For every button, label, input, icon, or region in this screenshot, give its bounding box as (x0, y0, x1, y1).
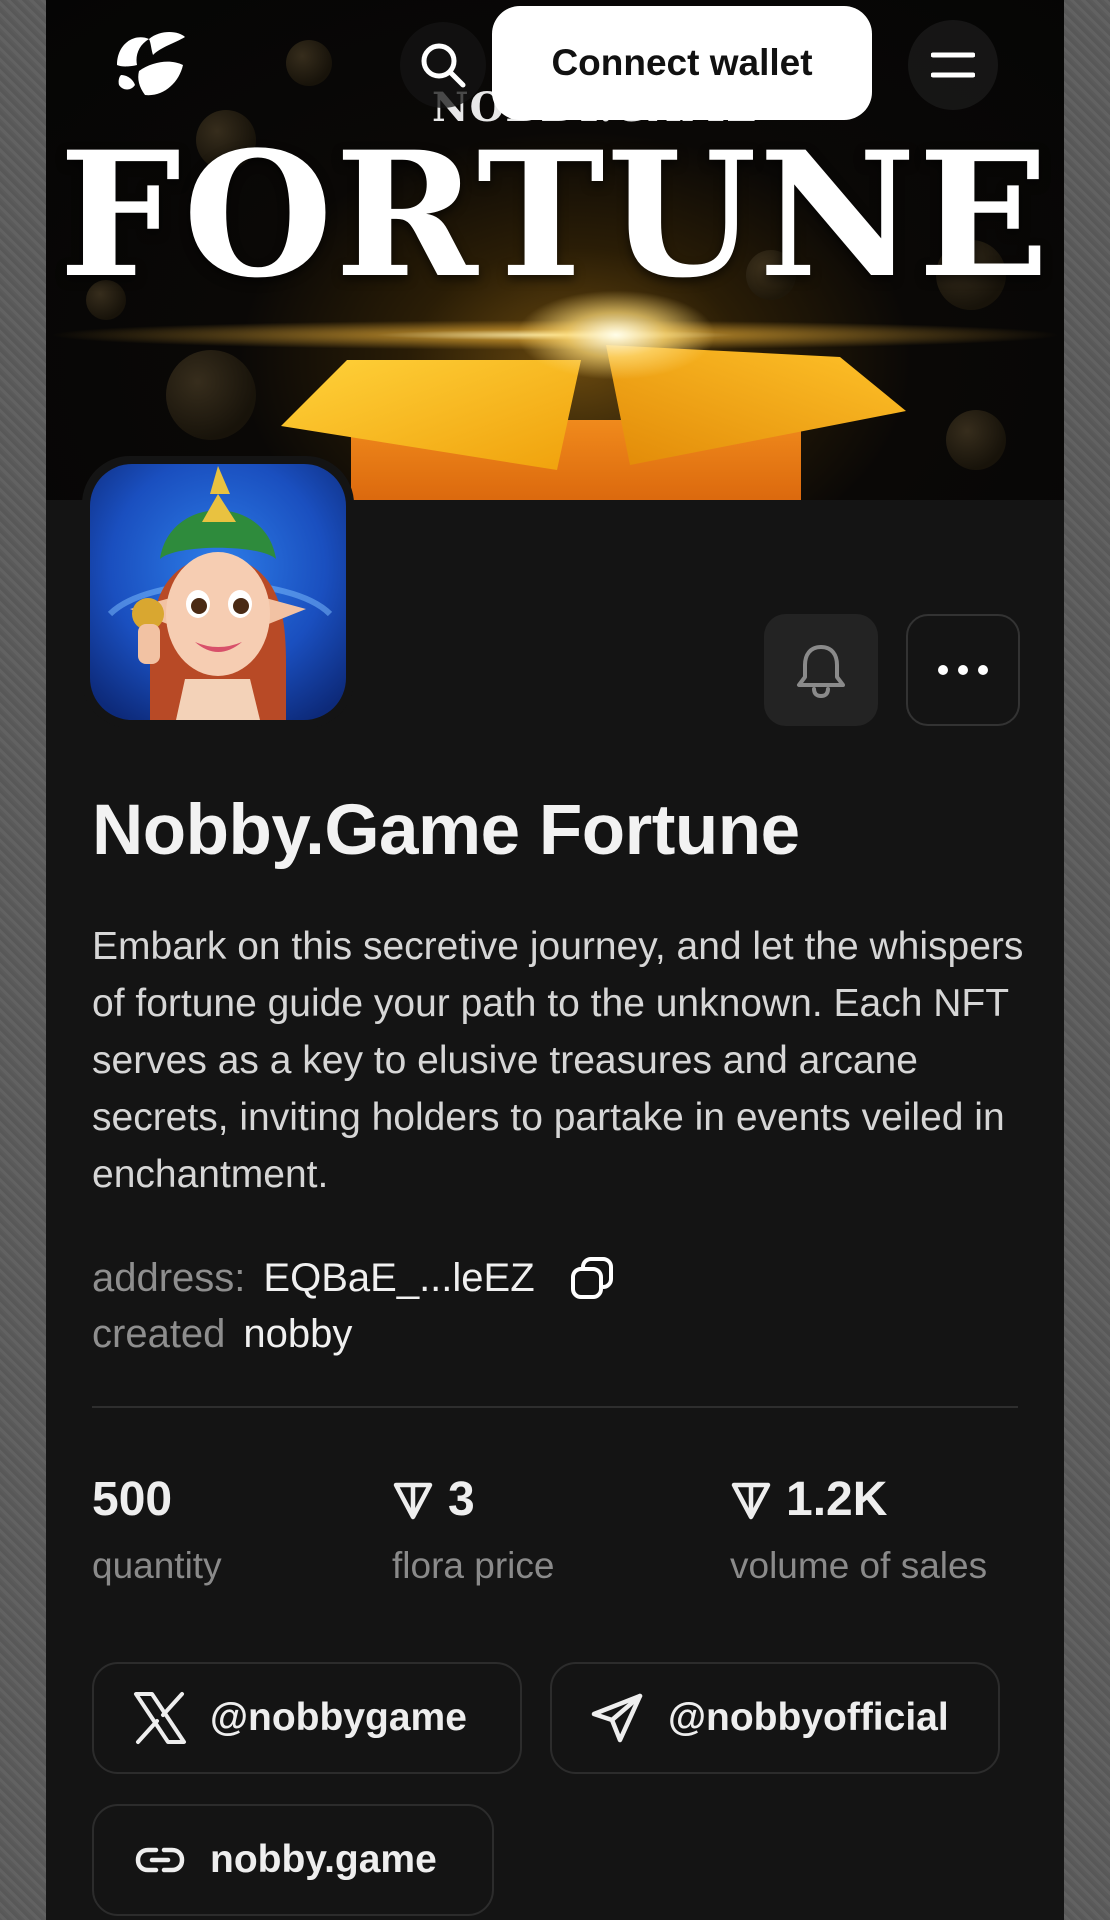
divider (92, 1406, 1018, 1408)
search-button[interactable] (400, 22, 486, 108)
address-row: address: EQBaE_...leEZ (92, 1250, 615, 1306)
stat-label: volume of sales (730, 1545, 988, 1586)
stat-value-text: 1.2K (786, 1473, 888, 1526)
telegram-handle: @nobbyofficial (668, 1696, 949, 1739)
link-icon (132, 1832, 188, 1888)
brand-logo-button[interactable] (104, 20, 194, 110)
stat-label: flora price (392, 1545, 555, 1586)
collection-title: Nobby.Game Fortune (92, 791, 800, 870)
stat-value-text: 3 (448, 1473, 475, 1526)
banner-title: FORTUNE (58, 113, 1052, 316)
copy-icon[interactable] (569, 1255, 615, 1301)
more-options-button[interactable] (906, 614, 1020, 726)
stat-value: 3 (392, 1468, 554, 1532)
app-screen: NOBBY.GAME FORTUNE Connect wallet (46, 0, 1064, 1920)
address-value[interactable]: EQBaE_...leEZ (263, 1250, 534, 1306)
bell-icon (797, 645, 845, 699)
stat-value: 1.2K (730, 1468, 987, 1532)
collection-avatar (82, 456, 354, 728)
x-twitter-icon (132, 1690, 188, 1746)
telegram-link-button[interactable]: @nobbyofficial (550, 1662, 1000, 1774)
website-link-button[interactable]: nobby.game (92, 1804, 494, 1916)
coin-decoration (946, 410, 1006, 470)
created-row: created nobby (92, 1306, 352, 1362)
elf-avatar-image (90, 464, 346, 720)
ton-icon (392, 1479, 434, 1521)
brand-leaf-icon (117, 32, 185, 96)
stat-label: quantity (92, 1545, 222, 1586)
light-flare (516, 290, 716, 380)
created-label: created (92, 1312, 226, 1356)
stat-value: 500 (92, 1468, 222, 1532)
menu-button[interactable] (908, 20, 998, 110)
website-url: nobby.game (210, 1838, 437, 1881)
telegram-icon (590, 1690, 646, 1746)
twitter-link-button[interactable]: @nobbygame (92, 1662, 522, 1774)
notifications-button[interactable] (764, 614, 878, 726)
search-icon (421, 43, 466, 88)
stat-volume: 1.2K volume of sales (730, 1468, 987, 1592)
stat-quantity: 500 quantity (92, 1468, 222, 1592)
creator-name[interactable]: nobby (243, 1306, 352, 1362)
menu-icon (931, 52, 975, 78)
address-label: address: (92, 1256, 246, 1300)
connect-wallet-button[interactable]: Connect wallet (492, 6, 872, 120)
coin-decoration (166, 350, 256, 440)
coin-decoration (286, 40, 332, 86)
stat-value-text: 500 (92, 1473, 173, 1526)
stat-floor-price: 3 flora price (392, 1468, 554, 1592)
collection-description: Embark on this secretive journey, and le… (92, 925, 1024, 1196)
twitter-handle: @nobbygame (210, 1696, 467, 1739)
ton-icon (730, 1479, 772, 1521)
more-dots-icon (938, 665, 988, 675)
